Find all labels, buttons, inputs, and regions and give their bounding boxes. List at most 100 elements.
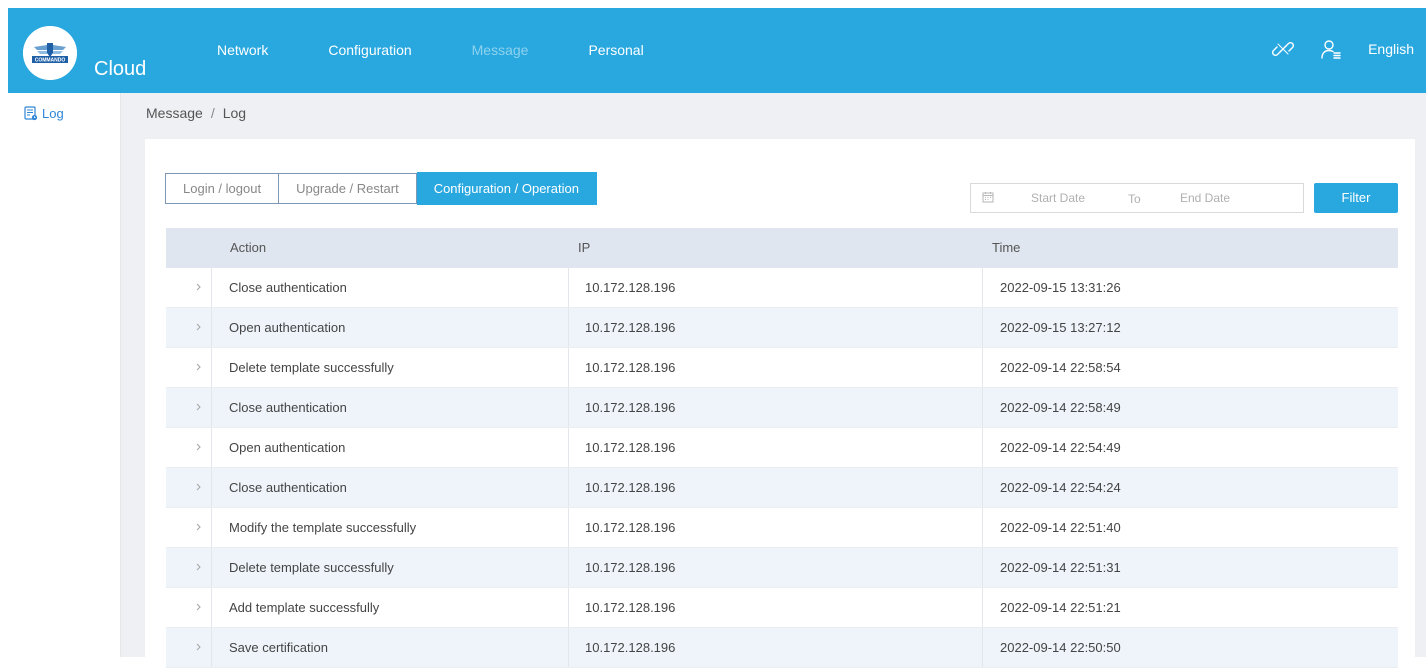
cell-divider <box>982 388 983 427</box>
cell-divider <box>568 348 569 387</box>
date-range-picker[interactable]: Start Date To End Date <box>970 183 1304 213</box>
nav-configuration[interactable]: Configuration <box>328 42 411 58</box>
chevron-right-icon[interactable] <box>192 640 206 654</box>
cell-divider <box>211 628 212 667</box>
table-row[interactable]: Save certification 10.172.128.196 2022-09-… <box>166 628 1398 668</box>
cell-time: 2022-09-14 22:58:49 <box>1000 400 1121 415</box>
chevron-right-icon[interactable] <box>192 520 206 534</box>
cell-action: Close authentication <box>229 480 347 495</box>
cell-divider <box>982 588 983 627</box>
cell-divider <box>568 508 569 547</box>
chevron-right-icon[interactable] <box>192 440 206 454</box>
cell-ip: 10.172.128.196 <box>585 560 676 575</box>
sidebar-item-label: Log <box>42 106 64 121</box>
log-icon <box>24 106 38 121</box>
nav-network[interactable]: Network <box>217 42 268 58</box>
breadcrumb: Message / Log <box>146 105 246 121</box>
cell-time: 2022-09-15 13:31:26 <box>1000 280 1121 295</box>
main-nav: Network Configuration Message Personal <box>217 42 704 58</box>
cell-divider <box>568 548 569 587</box>
cell-divider <box>211 388 212 427</box>
chevron-right-icon[interactable] <box>192 320 206 334</box>
cell-action: Delete template successfully <box>229 360 394 375</box>
brand-title: Cloud <box>94 58 147 80</box>
cell-divider <box>568 628 569 667</box>
cell-action: Delete template successfully <box>229 560 394 575</box>
column-header-time: Time <box>992 240 1021 255</box>
table-row[interactable]: Delete template successfully 10.172.128.1… <box>166 348 1398 388</box>
chevron-right-icon[interactable] <box>192 480 206 494</box>
commando-logo[interactable]: COMMANDO <box>23 26 77 80</box>
cell-divider <box>568 428 569 467</box>
cell-divider <box>982 508 983 547</box>
chevron-right-icon[interactable] <box>192 280 206 294</box>
cell-time: 2022-09-14 22:54:49 <box>1000 440 1121 455</box>
chevron-right-icon[interactable] <box>192 360 206 374</box>
table-row[interactable]: Open authentication 10.172.128.196 2022-09… <box>166 308 1398 348</box>
cell-time: 2022-09-14 22:51:31 <box>1000 560 1121 575</box>
cell-action: Open authentication <box>229 440 346 455</box>
table-row[interactable]: Delete template successfully 10.172.128.1… <box>166 548 1398 588</box>
cell-ip: 10.172.128.196 <box>585 320 676 335</box>
cell-divider <box>982 428 983 467</box>
log-panel: Login / logout Upgrade / Restart Configu… <box>145 139 1415 669</box>
cell-divider <box>982 268 983 307</box>
cell-action: Close authentication <box>229 400 347 415</box>
svg-text:COMMANDO: COMMANDO <box>35 58 66 64</box>
cell-divider <box>568 308 569 347</box>
tab-configuration-operation[interactable]: Configuration / Operation <box>416 172 597 205</box>
cell-time: 2022-09-15 13:27:12 <box>1000 320 1121 335</box>
cell-action: Save certification <box>229 640 328 655</box>
breadcrumb-root[interactable]: Message <box>146 105 203 121</box>
table-row[interactable]: Close authentication 10.172.128.196 2022-0… <box>166 468 1398 508</box>
filter-button[interactable]: Filter <box>1314 183 1398 213</box>
main-content: Message / Log Login / logout Upgrade / Res… <box>121 93 1426 669</box>
date-to-label: To <box>1128 192 1141 206</box>
cell-divider <box>982 308 983 347</box>
chevron-right-icon[interactable] <box>192 400 206 414</box>
cell-time: 2022-09-14 22:51:40 <box>1000 520 1121 535</box>
chevron-right-icon[interactable] <box>192 600 206 614</box>
sidebar-item-log[interactable]: Log <box>24 106 64 121</box>
cell-ip: 10.172.128.196 <box>585 640 676 655</box>
cell-divider <box>211 268 212 307</box>
language-selector[interactable]: English <box>1368 41 1414 57</box>
cell-divider <box>568 468 569 507</box>
table-row[interactable]: Close authentication 10.172.128.196 2022-0… <box>166 268 1398 308</box>
cell-divider <box>211 508 212 547</box>
tab-login-logout[interactable]: Login / logout <box>165 173 280 204</box>
table-row[interactable]: Close authentication 10.172.128.196 2022-0… <box>166 388 1398 428</box>
cell-divider <box>982 348 983 387</box>
cell-ip: 10.172.128.196 <box>585 440 676 455</box>
breadcrumb-separator: / <box>210 105 215 121</box>
cell-ip: 10.172.128.196 <box>585 520 676 535</box>
tab-upgrade-restart[interactable]: Upgrade / Restart <box>279 173 417 204</box>
nav-message[interactable]: Message <box>472 42 529 58</box>
cell-time: 2022-09-14 22:51:21 <box>1000 600 1121 615</box>
end-date-input[interactable]: End Date <box>1180 191 1230 205</box>
table-row[interactable]: Modify the template successfully 10.172.1… <box>166 508 1398 548</box>
cell-action: Add template successfully <box>229 600 380 615</box>
header-actions: English <box>1272 37 1426 61</box>
nav-personal[interactable]: Personal <box>588 42 643 58</box>
link-icon[interactable] <box>1272 38 1295 60</box>
calendar-icon <box>982 192 994 203</box>
chevron-right-icon[interactable] <box>192 560 206 574</box>
table-row[interactable]: Add template successfully 10.172.128.196 2… <box>166 588 1398 628</box>
cell-action: Close authentication <box>229 280 347 295</box>
cell-ip: 10.172.128.196 <box>585 600 676 615</box>
column-header-ip: IP <box>578 240 591 255</box>
cell-divider <box>982 548 983 587</box>
cell-divider <box>211 308 212 347</box>
log-table: Action IP Time Close authentication 10.17… <box>166 228 1398 668</box>
table-row[interactable]: Open authentication 10.172.128.196 2022-09… <box>166 428 1398 468</box>
cell-time: 2022-09-14 22:50:50 <box>1000 640 1121 655</box>
cell-ip: 10.172.128.196 <box>585 480 676 495</box>
start-date-input[interactable]: Start Date <box>1031 191 1085 205</box>
cell-divider <box>211 428 212 467</box>
top-nav-bar: COMMANDO Cloud Network Configuration Mes… <box>8 8 1426 93</box>
cell-divider <box>211 348 212 387</box>
user-icon[interactable] <box>1320 38 1342 60</box>
cell-time: 2022-09-14 22:54:24 <box>1000 480 1121 495</box>
table-header: Action IP Time <box>166 228 1398 268</box>
